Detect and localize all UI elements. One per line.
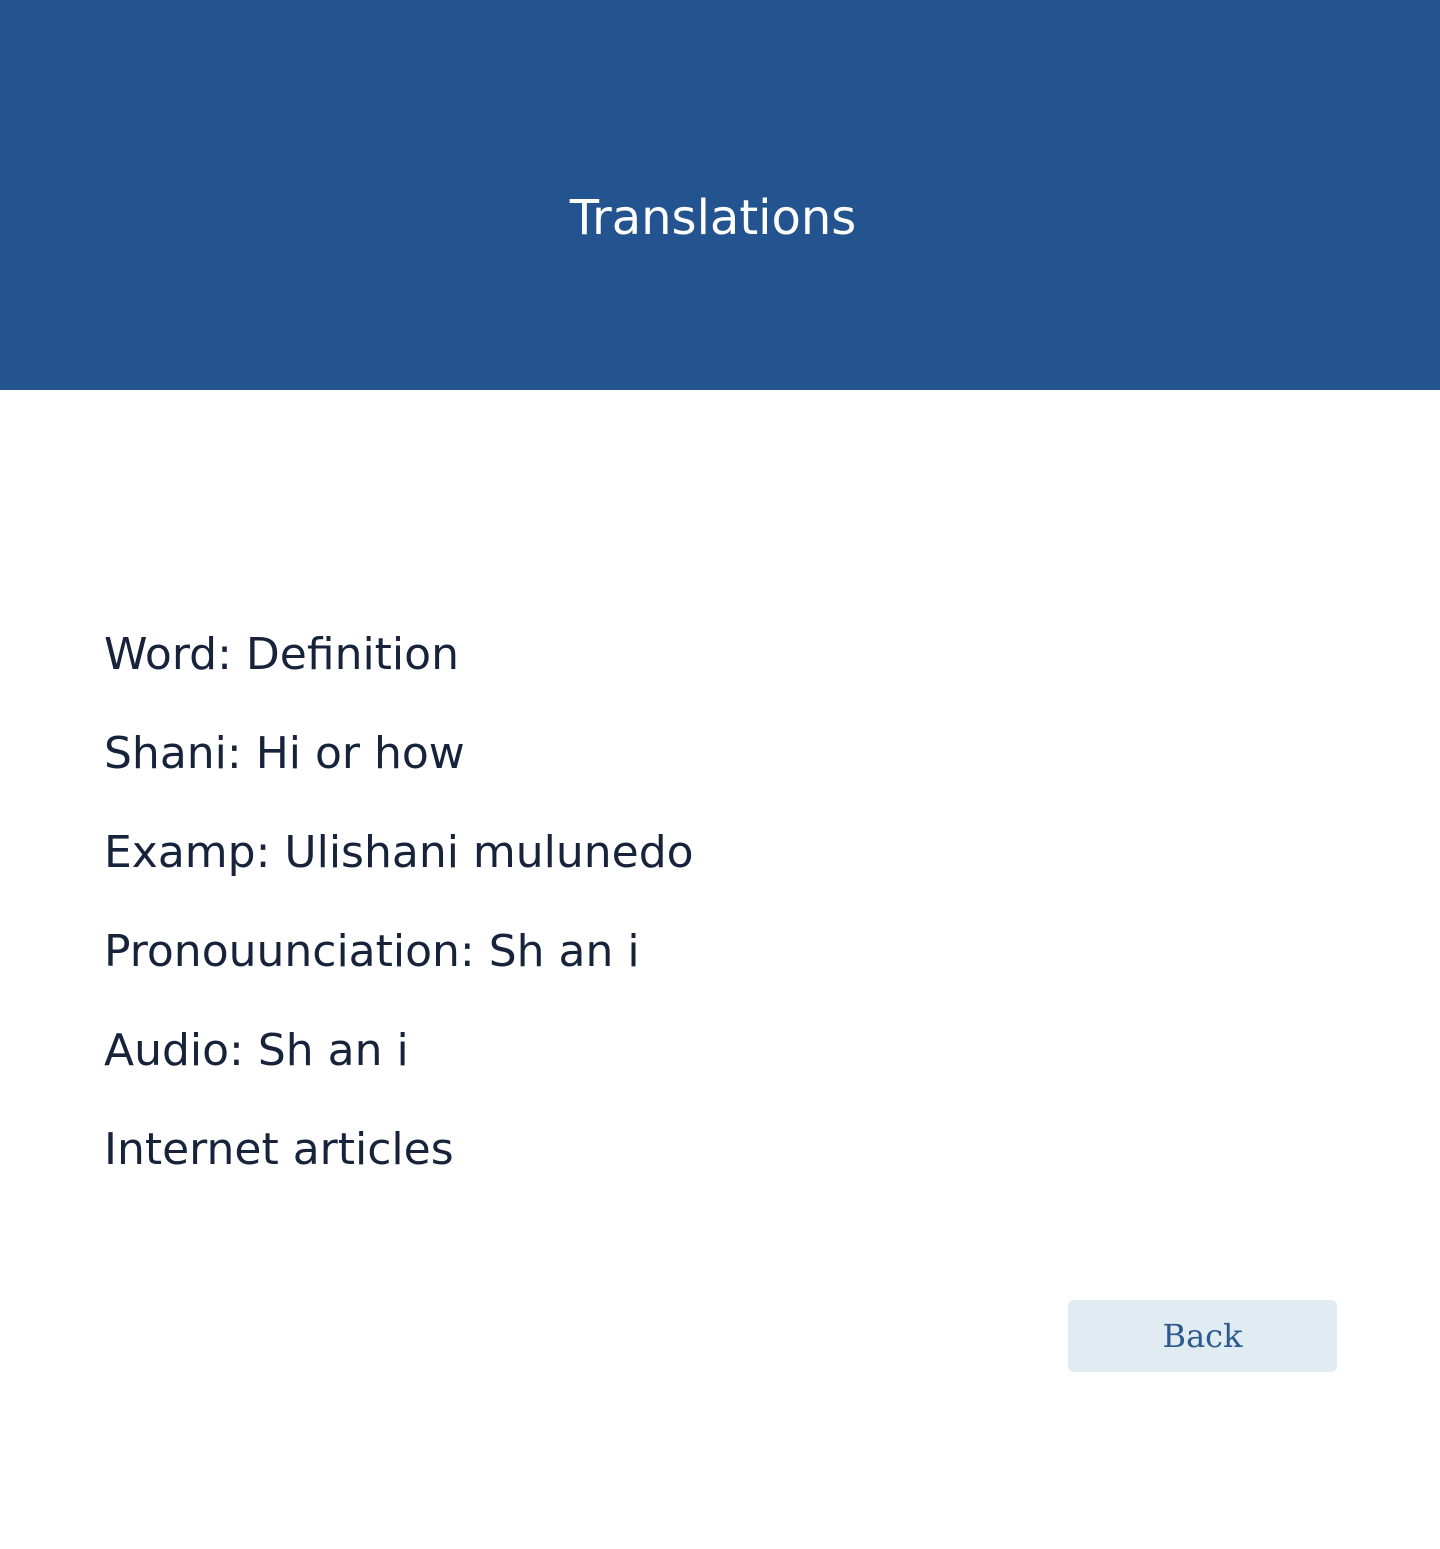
example-line: Examp: Ulishani mulunedo	[104, 827, 694, 878]
translation-entry: Word: Definition Shani: Hi or how Examp:…	[104, 622, 1104, 1216]
page-title: Translations	[569, 190, 857, 246]
word-definition-line: Shani: Hi or how	[104, 728, 465, 779]
internet-articles-link[interactable]: Internet articles	[104, 1117, 1104, 1216]
pronunciation-line: Pronouunciation: Sh an i	[104, 926, 640, 977]
word-definition-heading: Word: Definition	[104, 629, 459, 680]
audio-line: Audio: Sh an i	[104, 1025, 409, 1076]
back-button[interactable]: Back	[1068, 1300, 1337, 1372]
header-banner: Translations	[0, 0, 1440, 390]
